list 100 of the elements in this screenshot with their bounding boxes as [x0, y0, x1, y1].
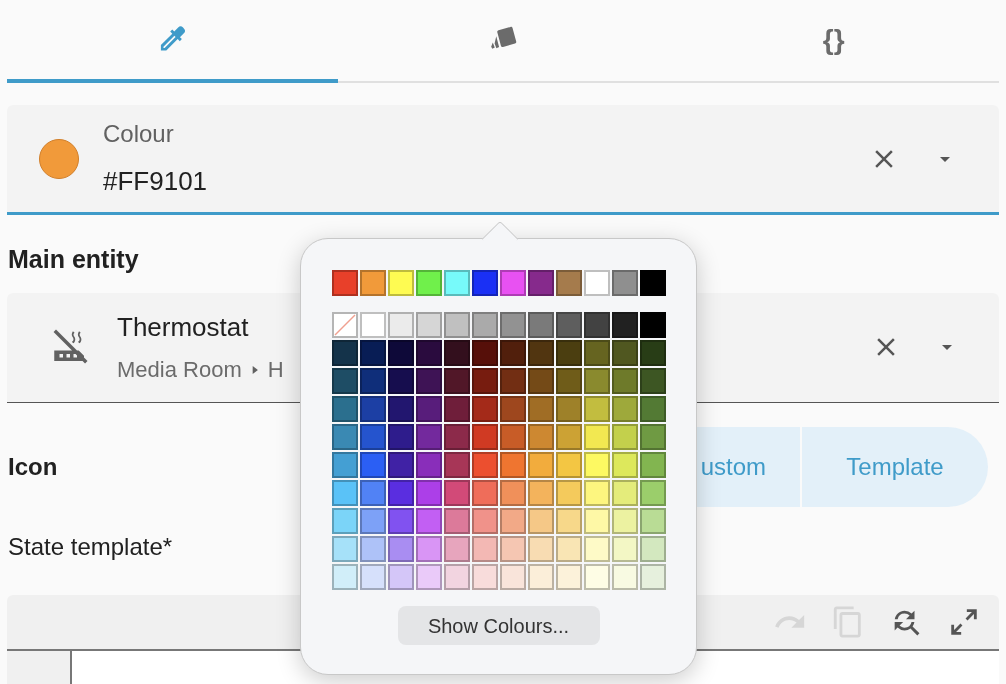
colour-swatch[interactable]: [583, 396, 610, 422]
colour-swatch[interactable]: [639, 424, 666, 450]
colour-swatch[interactable]: [471, 480, 498, 506]
colour-swatch[interactable]: [443, 396, 470, 422]
colour-swatch[interactable]: [639, 452, 666, 478]
colour-swatch[interactable]: [583, 312, 610, 338]
colour-swatch[interactable]: [387, 508, 414, 534]
colour-swatch[interactable]: [471, 424, 498, 450]
colour-swatch[interactable]: [611, 270, 638, 296]
colour-swatch[interactable]: [443, 536, 470, 562]
colour-swatch[interactable]: [555, 564, 582, 590]
colour-swatch[interactable]: [555, 424, 582, 450]
colour-swatch[interactable]: [499, 270, 526, 296]
colour-swatch[interactable]: [499, 508, 526, 534]
colour-swatch[interactable]: [443, 312, 470, 338]
colour-swatch[interactable]: [387, 270, 414, 296]
colour-swatch[interactable]: [359, 536, 386, 562]
colour-swatch[interactable]: [415, 452, 442, 478]
colour-swatch[interactable]: [331, 270, 358, 296]
colour-swatch[interactable]: [499, 368, 526, 394]
colour-swatch[interactable]: [499, 340, 526, 366]
colour-swatch[interactable]: [611, 340, 638, 366]
colour-swatch[interactable]: [611, 368, 638, 394]
colour-swatch[interactable]: [359, 424, 386, 450]
colour-swatch[interactable]: [471, 536, 498, 562]
colour-swatch[interactable]: [415, 368, 442, 394]
colour-field[interactable]: Colour #FF9101: [7, 105, 999, 215]
colour-swatch[interactable]: [555, 480, 582, 506]
colour-swatch[interactable]: [359, 396, 386, 422]
colour-swatch[interactable]: [527, 536, 554, 562]
colour-swatch[interactable]: [555, 536, 582, 562]
colour-swatch[interactable]: [415, 340, 442, 366]
colour-swatch[interactable]: [555, 270, 582, 296]
colour-swatch[interactable]: [471, 312, 498, 338]
colour-swatch[interactable]: [387, 424, 414, 450]
colour-swatch[interactable]: [583, 368, 610, 394]
colour-swatch[interactable]: [527, 368, 554, 394]
colour-swatch[interactable]: [499, 396, 526, 422]
colour-swatch[interactable]: [583, 270, 610, 296]
colour-swatch[interactable]: [611, 536, 638, 562]
colour-swatch[interactable]: [443, 508, 470, 534]
colour-swatch[interactable]: [583, 536, 610, 562]
colour-swatch[interactable]: [639, 480, 666, 506]
colour-swatch[interactable]: [359, 508, 386, 534]
colour-swatch[interactable]: [415, 424, 442, 450]
colour-swatch[interactable]: [443, 452, 470, 478]
colour-swatch[interactable]: [639, 270, 666, 296]
colour-swatch[interactable]: [331, 452, 358, 478]
colour-swatch[interactable]: [443, 270, 470, 296]
colour-swatch[interactable]: [387, 452, 414, 478]
colour-swatch[interactable]: [359, 312, 386, 338]
colour-swatch[interactable]: [331, 536, 358, 562]
colour-swatch[interactable]: [387, 536, 414, 562]
colour-swatch[interactable]: [359, 452, 386, 478]
colour-swatch[interactable]: [611, 564, 638, 590]
colour-swatch[interactable]: [499, 480, 526, 506]
colour-swatch[interactable]: [471, 270, 498, 296]
colour-swatch[interactable]: [331, 564, 358, 590]
colour-swatch[interactable]: [359, 340, 386, 366]
colour-swatch[interactable]: [527, 564, 554, 590]
colour-swatch[interactable]: [583, 564, 610, 590]
colour-swatch[interactable]: [499, 424, 526, 450]
colour-swatch[interactable]: [443, 340, 470, 366]
colour-swatch[interactable]: [611, 508, 638, 534]
colour-swatch[interactable]: [443, 480, 470, 506]
colour-swatch[interactable]: [499, 564, 526, 590]
colour-swatch[interactable]: [527, 340, 554, 366]
colour-swatch[interactable]: [611, 396, 638, 422]
colour-swatch[interactable]: [415, 536, 442, 562]
colour-swatch[interactable]: [331, 340, 358, 366]
colour-swatch[interactable]: [611, 452, 638, 478]
tab[interactable]: {}: [668, 0, 999, 83]
colour-swatch[interactable]: [583, 424, 610, 450]
colour-swatch[interactable]: [331, 480, 358, 506]
colour-swatch[interactable]: [527, 452, 554, 478]
colour-swatch[interactable]: [639, 508, 666, 534]
colour-swatch[interactable]: [471, 508, 498, 534]
colour-swatch[interactable]: [415, 564, 442, 590]
colour-swatch[interactable]: [611, 312, 638, 338]
colour-swatch[interactable]: [387, 368, 414, 394]
colour-swatch[interactable]: [415, 270, 442, 296]
colour-swatch[interactable]: [555, 452, 582, 478]
colour-swatch[interactable]: [443, 424, 470, 450]
colour-swatch[interactable]: [499, 536, 526, 562]
colour-swatch[interactable]: [387, 564, 414, 590]
colour-swatch[interactable]: [527, 270, 554, 296]
colour-swatch[interactable]: [555, 340, 582, 366]
colour-swatch[interactable]: [331, 368, 358, 394]
colour-swatch[interactable]: [527, 508, 554, 534]
colour-swatch[interactable]: [471, 340, 498, 366]
colour-swatch[interactable]: [359, 270, 386, 296]
colour-swatch[interactable]: [415, 312, 442, 338]
colour-swatch[interactable]: [499, 312, 526, 338]
colour-swatch[interactable]: [471, 564, 498, 590]
no-colour-swatch[interactable]: [331, 312, 358, 338]
colour-swatch[interactable]: [359, 368, 386, 394]
colour-swatch[interactable]: [331, 396, 358, 422]
colour-swatch[interactable]: [387, 480, 414, 506]
colour-swatch[interactable]: [555, 312, 582, 338]
colour-swatch[interactable]: [471, 452, 498, 478]
